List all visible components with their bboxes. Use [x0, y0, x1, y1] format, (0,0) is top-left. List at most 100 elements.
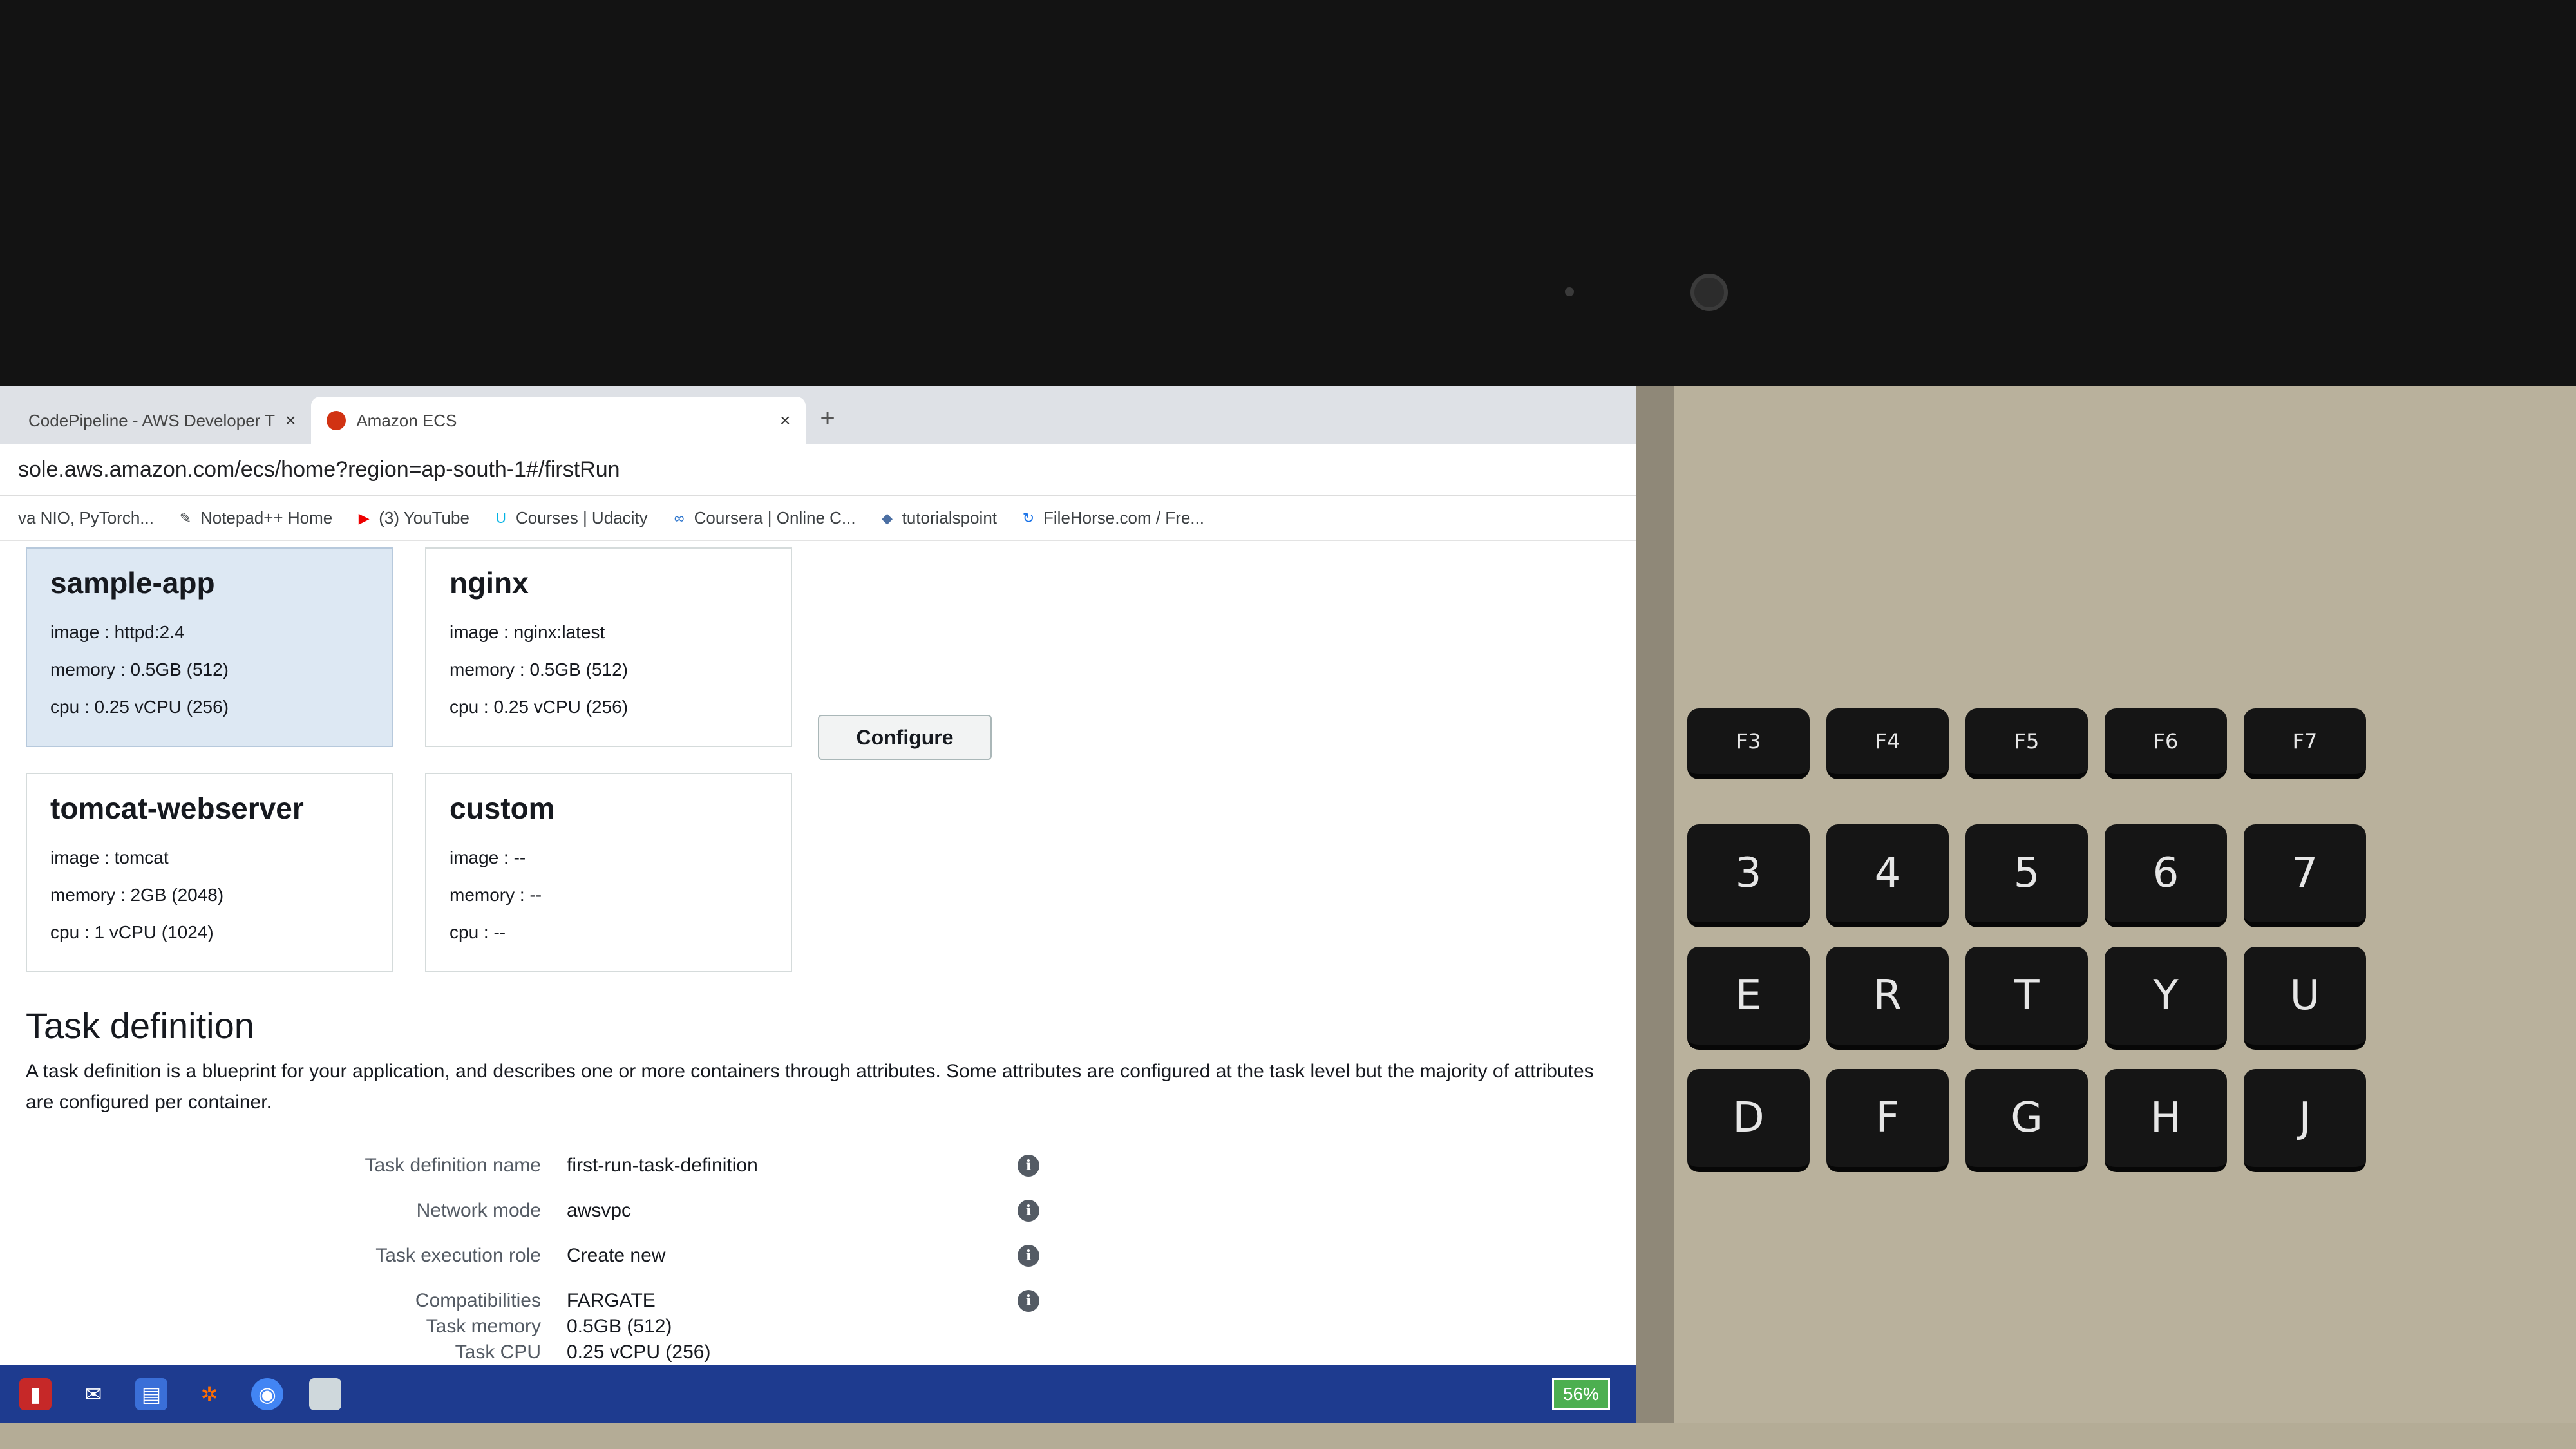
tab-codepipeline[interactable]: CodePipeline - AWS Developer T × — [13, 397, 311, 444]
field-value: FARGATE — [567, 1290, 656, 1311]
container-name: custom — [450, 791, 555, 825]
field-task-execution-role: Task execution role Create new i — [0, 1230, 1417, 1282]
info-icon[interactable]: i — [1018, 1200, 1039, 1222]
app-icon[interactable]: ▮ — [19, 1378, 52, 1410]
key-f5[interactable]: F5 — [1965, 708, 2088, 779]
udacity-icon: U — [495, 509, 506, 526]
camera-sensor — [1565, 287, 1574, 296]
container-memory: memory : 0.5GB (512) — [450, 659, 628, 679]
container-memory: memory : 0.5GB (512) — [50, 659, 229, 679]
key-y[interactable]: Y — [2105, 947, 2227, 1050]
key-7[interactable]: 7 — [2244, 824, 2366, 927]
close-icon[interactable]: × — [780, 410, 790, 431]
field-label: Task memory — [426, 1316, 541, 1337]
coursera-icon: ∞ — [674, 509, 685, 526]
close-icon[interactable]: × — [285, 410, 296, 431]
aws-favicon-icon — [327, 411, 346, 430]
field-task-memory: Task memory 0.5GB (512) — [0, 1314, 1417, 1340]
laptop-body — [0, 1423, 2576, 1449]
tab-amazon-ecs[interactable]: Amazon ECS × — [311, 397, 806, 444]
field-value[interactable]: first-run-task-definition — [567, 1155, 1018, 1177]
key-j[interactable]: J — [2244, 1069, 2366, 1172]
container-card-tomcat-webserver[interactable]: tomcat-webserver image : tomcat memory :… — [26, 773, 393, 972]
key-d[interactable]: D — [1687, 1069, 1810, 1172]
field-label: Network mode — [416, 1200, 541, 1221]
info-icon[interactable]: i — [1018, 1245, 1039, 1267]
field-task-cpu: Task CPU 0.25 vCPU (256) — [0, 1340, 1417, 1365]
mail-icon[interactable]: ✉ — [77, 1378, 109, 1410]
bookmark-label: Courses | Udacity — [515, 508, 648, 527]
tab-label: CodePipeline - AWS Developer T — [28, 410, 275, 430]
field-network-mode: Network mode awsvpc i — [0, 1185, 1417, 1236]
container-card-sample-app[interactable]: sample-app image : httpd:2.4 memory : 0.… — [26, 547, 393, 747]
key-4[interactable]: 4 — [1826, 824, 1949, 927]
home-letter-row: D F G H J — [1687, 1069, 2366, 1172]
settings-icon[interactable]: ✲ — [193, 1378, 225, 1410]
laptop-hinge — [1636, 386, 1674, 1423]
container-card-nginx[interactable]: nginx image : nginx:latest memory : 0.5G… — [425, 547, 792, 747]
notepad-icon: ✎ — [179, 509, 192, 526]
bookmark-item[interactable]: ✎ Notepad++ Home — [177, 508, 332, 528]
bookmark-label: tutorialspoint — [902, 508, 998, 527]
field-label: Task definition name — [365, 1155, 542, 1176]
info-icon[interactable]: i — [1018, 1290, 1039, 1312]
bookmark-item[interactable]: ↻ FileHorse.com / Fre... — [1020, 508, 1204, 528]
container-cpu: cpu : 1 vCPU (1024) — [50, 922, 214, 942]
address-bar[interactable]: sole.aws.amazon.com/ecs/home?region=ap-s… — [0, 444, 1636, 496]
container-memory: memory : -- — [450, 885, 542, 905]
notes-icon[interactable] — [309, 1378, 341, 1410]
url-text: sole.aws.amazon.com/ecs/home?region=ap-s… — [18, 457, 620, 482]
container-image: image : -- — [450, 848, 526, 867]
key-u[interactable]: U — [2244, 947, 2366, 1050]
key-r[interactable]: R — [1826, 947, 1949, 1050]
key-h[interactable]: H — [2105, 1069, 2227, 1172]
key-6[interactable]: 6 — [2105, 824, 2227, 927]
key-3[interactable]: 3 — [1687, 824, 1810, 927]
filehorse-icon: ↻ — [1022, 509, 1035, 526]
container-memory: memory : 2GB (2048) — [50, 885, 224, 905]
container-image: image : httpd:2.4 — [50, 622, 185, 642]
container-card-custom[interactable]: custom image : -- memory : -- cpu : -- — [425, 773, 792, 972]
bookmark-item[interactable]: ▶ (3) YouTube — [355, 508, 469, 528]
function-key-row: F3 F4 F5 F6 F7 — [1687, 708, 2366, 779]
key-f4[interactable]: F4 — [1826, 708, 1949, 779]
configure-button[interactable]: Configure — [818, 715, 992, 760]
key-e[interactable]: E — [1687, 947, 1810, 1050]
container-name: tomcat-webserver — [50, 791, 304, 825]
key-f[interactable]: F — [1826, 1069, 1949, 1172]
top-letter-row: E R T Y U — [1687, 947, 2366, 1050]
key-5[interactable]: 5 — [1965, 824, 2088, 927]
info-icon[interactable]: i — [1018, 1155, 1039, 1177]
field-value[interactable]: awsvpc — [567, 1200, 1018, 1222]
key-f6[interactable]: F6 — [2105, 708, 2227, 779]
youtube-icon: ▶ — [358, 509, 370, 526]
number-key-row: 3 4 5 6 7 — [1687, 824, 2366, 927]
bookmark-item[interactable]: ∞ Coursera | Online C... — [671, 508, 856, 528]
key-f7[interactable]: F7 — [2244, 708, 2366, 779]
field-label: Task CPU — [455, 1341, 541, 1363]
windows-taskbar: ▮ ✉ ▤ ✲ ◉ 56% — [0, 1365, 1636, 1423]
container-image: image : nginx:latest — [450, 622, 605, 642]
bookmark-item[interactable]: U Courses | Udacity — [493, 508, 648, 528]
field-label: Task execution role — [375, 1245, 541, 1266]
key-f3[interactable]: F3 — [1687, 708, 1810, 779]
battery-indicator[interactable]: 56% — [1551, 1378, 1610, 1410]
key-t[interactable]: T — [1965, 947, 2088, 1050]
tutorialspoint-icon: ◆ — [882, 509, 893, 526]
container-cpu: cpu : -- — [450, 922, 506, 942]
container-name: sample-app — [50, 566, 215, 600]
bookmark-item[interactable]: ◆ tutorialspoint — [879, 508, 997, 528]
field-value[interactable]: Create new — [567, 1245, 1018, 1267]
bookmark-label: Notepad++ Home — [200, 508, 333, 527]
field-value: 0.25 vCPU (256) — [567, 1341, 711, 1363]
key-g[interactable]: G — [1965, 1069, 2088, 1172]
file-explorer-icon[interactable]: ▤ — [135, 1378, 167, 1410]
container-cpu: cpu : 0.25 vCPU (256) — [50, 697, 229, 717]
bookmarks-bar: va NIO, PyTorch... ✎ Notepad++ Home ▶ (3) … — [0, 496, 1636, 541]
bookmark-item[interactable]: va NIO, PyTorch... — [18, 508, 154, 528]
chrome-icon[interactable]: ◉ — [251, 1378, 283, 1410]
field-label: Compatibilities — [415, 1290, 541, 1311]
new-tab-button[interactable]: + — [806, 404, 849, 444]
field-task-definition-name: Task definition name first-run-task-defi… — [0, 1140, 1417, 1191]
bookmark-label: Coursera | Online C... — [694, 508, 856, 527]
